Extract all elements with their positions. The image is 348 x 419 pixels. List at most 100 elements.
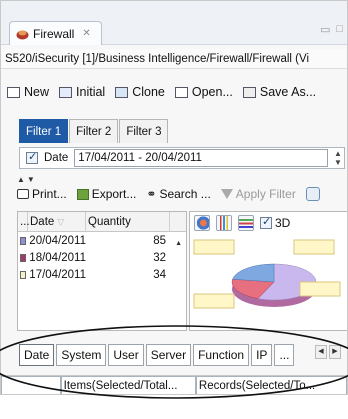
sort-icon: ▽: [57, 217, 65, 227]
clone-label: Clone: [132, 85, 165, 99]
bar-chart-icon[interactable]: [216, 215, 232, 231]
settings-icon[interactable]: [305, 187, 320, 201]
tab-more[interactable]: ...: [274, 344, 295, 366]
search-button[interactable]: ⚭ Search ...: [146, 187, 210, 201]
filter-tabs: Filter 1 Filter 2 Filter 3: [19, 119, 169, 143]
status-records: Records(Selected/To...: [195, 376, 347, 394]
pie-slice[interactable]: [232, 263, 275, 283]
firewall-tab-label: Firewall: [33, 26, 75, 41]
chart-pane: 3D: [189, 211, 347, 331]
print-label: Print...: [32, 187, 67, 201]
three-d-toggle[interactable]: 3D: [260, 215, 291, 230]
pie-chart: [193, 239, 341, 309]
scroll-up-icon[interactable]: ▲: [175, 240, 182, 247]
date-filter-row: Date 17/04/2011 - 20/04/2011 ▲▼: [19, 147, 345, 169]
tab-ip[interactable]: IP: [251, 344, 273, 366]
table-row[interactable]: 18/04/2011 32: [18, 249, 186, 266]
breadcrumb-path: S520/iSecurity [1]/Business Intelligence…: [5, 52, 310, 65]
date-filter-label: Date: [44, 152, 69, 164]
open-icon: [174, 86, 188, 98]
date-cell: 17/04/2011: [18, 269, 86, 281]
row-quantity: 32: [153, 251, 166, 264]
apply-filter-label: Apply Filter: [235, 187, 296, 201]
initial-label: Initial: [76, 85, 106, 99]
status-spacer: [1, 376, 61, 394]
print-icon: [17, 189, 29, 199]
legend-swatch: [20, 236, 27, 245]
tab-server[interactable]: Server: [145, 344, 192, 366]
column-header-quantity[interactable]: Quantity: [86, 212, 170, 231]
filter-icon: [220, 189, 233, 199]
date-range-dropdown-icon[interactable]: ▲ ▼: [332, 149, 344, 167]
horizontal-bar-chart-icon[interactable]: [238, 215, 254, 231]
print-button[interactable]: Print...: [17, 187, 67, 201]
row-quantity: 34: [153, 268, 166, 281]
clone-button[interactable]: Clone: [115, 85, 165, 99]
view-title-bar: Firewall ✕ ▭ □: [1, 1, 347, 45]
tab-date[interactable]: Date: [19, 344, 55, 366]
pie-callout-box: [193, 239, 235, 255]
status-bar: Items(Selected/Total... Records(Selected…: [1, 375, 347, 394]
window-controls: ▭ □: [320, 23, 343, 36]
legend-swatch: [20, 270, 27, 279]
new-button[interactable]: New: [7, 85, 49, 99]
row-date: 20/04/2011: [29, 234, 86, 247]
apply-filter-button[interactable]: Apply Filter: [220, 187, 296, 201]
new-label: New: [24, 85, 50, 99]
initial-button[interactable]: Initial: [59, 85, 105, 99]
tab-filter-1[interactable]: Filter 1: [19, 119, 69, 143]
tab-scroll-controls: ◀ ▶: [315, 345, 341, 359]
new-icon: [7, 86, 20, 98]
table-row[interactable]: 17/04/2011 34: [18, 266, 186, 283]
save-as-button[interactable]: Save As...: [242, 85, 317, 99]
three-d-checkbox: [260, 215, 272, 229]
table-row[interactable]: 20/04/2011 85: [18, 232, 186, 249]
binoculars-icon: ⚭: [146, 187, 157, 201]
pie-chart-icon[interactable]: [194, 215, 210, 231]
column-header-date[interactable]: Date ▽: [28, 212, 86, 231]
tab-function[interactable]: Function: [193, 344, 250, 366]
firewall-icon: [16, 30, 29, 39]
table-header: ... Date ▽ Quantity: [18, 212, 186, 232]
status-items: Items(Selected/Total...: [60, 376, 196, 394]
pie-callout-box: [193, 293, 235, 309]
pie-callout-box: [293, 239, 335, 255]
tab-filter-3[interactable]: Filter 3: [119, 119, 169, 143]
clone-icon: [115, 86, 129, 98]
tab-system[interactable]: System: [56, 344, 107, 366]
row-date: 17/04/2011: [29, 268, 86, 281]
pie-callout-box: [299, 281, 341, 297]
search-label: Search ...: [159, 187, 211, 201]
column-header-prefix[interactable]: ...: [18, 212, 30, 231]
maximize-icon[interactable]: □: [336, 23, 343, 36]
table-body: 20/04/2011 85 18/04/2011 32 17/04/2011 3…: [18, 232, 186, 283]
query-toolbar: New Initial Clone Open... Save As...: [1, 81, 316, 103]
action-toolbar: Print... Export... ⚭ Search ... Apply Fi…: [17, 183, 347, 205]
three-d-label: 3D: [275, 216, 291, 230]
scroll-left-icon[interactable]: ◀: [315, 345, 327, 359]
date-range-field[interactable]: 17/04/2011 - 20/04/2011: [74, 149, 328, 167]
firewall-tab[interactable]: Firewall ✕: [9, 21, 102, 45]
tab-user[interactable]: User: [108, 344, 144, 366]
firewall-view: Firewall ✕ ▭ □ S520/iSecurity [1]/Busine…: [0, 0, 348, 395]
export-icon: [76, 188, 89, 200]
tab-filter-2[interactable]: Filter 2: [69, 119, 119, 143]
initial-icon: [59, 86, 73, 98]
date-filter-checkbox[interactable]: [26, 150, 38, 164]
date-cell: 20/04/2011: [18, 235, 86, 247]
chart-toolbar: 3D: [194, 215, 290, 231]
breadcrumb: S520/iSecurity [1]/Business Intelligence…: [1, 49, 347, 69]
dimension-tabs: Date System User Server Function IP ...: [19, 344, 296, 366]
export-button[interactable]: Export...: [76, 187, 136, 201]
minimize-icon[interactable]: ▭: [320, 23, 330, 36]
save-as-label: Save As...: [259, 85, 317, 99]
open-button[interactable]: Open...: [174, 85, 233, 99]
legend-swatch: [20, 253, 27, 262]
results-table: ... Date ▽ Quantity 20/04/2011 85 18/04/2…: [17, 211, 187, 331]
open-label: Open...: [191, 85, 233, 99]
row-date: 18/04/2011: [29, 251, 86, 264]
scroll-right-icon[interactable]: ▶: [329, 345, 341, 359]
column-header-date-label: Date: [30, 216, 55, 228]
close-icon[interactable]: ✕: [82, 28, 90, 39]
date-cell: 18/04/2011: [18, 252, 86, 264]
